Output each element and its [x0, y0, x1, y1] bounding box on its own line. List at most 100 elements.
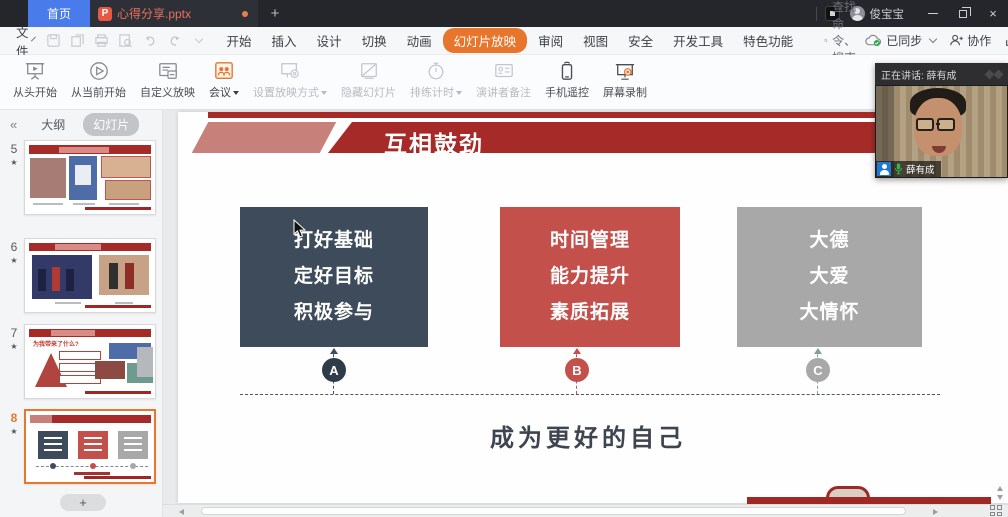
ribbon-screen-record[interactable]: 屏幕录制 [596, 61, 654, 100]
menubar: 文件 开始 插入 设计 切换 动画 幻灯片放映 审阅 视图 安全 开发工具 特色… [0, 27, 1008, 55]
quick-access-more-icon[interactable] [194, 35, 202, 43]
tab-security[interactable]: 安全 [619, 28, 662, 53]
hide-slide-icon [358, 61, 380, 81]
participant-icon [877, 162, 891, 176]
print-preview-icon[interactable] [118, 33, 133, 48]
ribbon-rehearse-timing[interactable]: 排练计时 [403, 61, 469, 100]
content-box-a[interactable]: 打好基础 定好目标 积极参与 [240, 207, 428, 347]
animation-star-icon: ★ [6, 256, 22, 265]
setup-show-icon [279, 61, 301, 81]
badge-c: C [806, 358, 830, 382]
tab-animation[interactable]: 动画 [398, 28, 441, 53]
undo-icon[interactable] [142, 33, 158, 48]
scrollbar-thumb[interactable] [201, 507, 906, 515]
share-button[interactable]: 分享 [1004, 32, 1008, 49]
ribbon-play-from-start[interactable]: 从头开始 [6, 61, 64, 100]
badge-a: A [322, 358, 346, 382]
slide-number: 6 [6, 240, 22, 254]
badge-b: B [565, 358, 589, 382]
slide-thumbnail-8-current[interactable] [24, 409, 156, 484]
meeting-icon [213, 61, 235, 81]
slide-thumbnail-7[interactable]: 为我带来了什么? [24, 324, 156, 399]
tab-special-features[interactable]: 特色功能 [734, 28, 802, 53]
custom-show-icon [157, 61, 179, 81]
print-icon[interactable] [94, 33, 109, 48]
ribbon-custom-show[interactable]: 自定义放映 [133, 61, 202, 100]
cloud-sync-icon [865, 34, 882, 47]
glasses-icon [916, 118, 955, 131]
timeline-dashed-line [240, 394, 940, 395]
slide-title: 互相鼓劲 [384, 125, 484, 159]
document-tab[interactable]: P 心得分享.pptx [90, 0, 258, 27]
tab-insert[interactable]: 插入 [263, 28, 306, 53]
panel-collapse-icon[interactable]: « [10, 117, 17, 132]
rehearse-timing-icon [425, 61, 447, 81]
ribbon-slideshow: 从头开始 从当前开始 自定义放映 会议 设置放映方式 隐藏幻灯片 排练计时 演 [0, 55, 1008, 110]
screen-record-icon [614, 61, 636, 81]
collaborate-button[interactable]: 协作 [949, 32, 991, 49]
speaking-status-label: 正在讲话: 薛有成 [881, 67, 957, 82]
content-box-b[interactable]: 时间管理 能力提升 素质拓展 [500, 207, 680, 347]
horizontal-scrollbar[interactable] [163, 504, 1008, 517]
slide-deco-bar [747, 497, 991, 504]
sync-label: 已同步 [886, 32, 922, 49]
tab-design[interactable]: 设计 [308, 28, 351, 53]
outline-tab[interactable]: 大纲 [31, 113, 75, 136]
ribbon-meeting[interactable]: 会议 [202, 61, 246, 100]
ribbon-play-from-current[interactable]: 从当前开始 [64, 61, 133, 100]
slides-tab[interactable]: 幻灯片 [83, 113, 139, 136]
collaborate-person-icon [949, 34, 963, 47]
tab-transition[interactable]: 切换 [353, 28, 396, 53]
close-button[interactable]: × [978, 0, 1008, 27]
tab-view[interactable]: 视图 [574, 28, 617, 53]
participant-name: 薛有成 [906, 162, 935, 176]
tab-slideshow[interactable]: 幻灯片放映 [443, 28, 528, 53]
thumb7-caption: 为我带来了什么? [33, 339, 79, 348]
tab-devtools[interactable]: 开发工具 [664, 28, 732, 53]
view-grid-icon[interactable] [990, 505, 1002, 516]
microphone-icon [894, 163, 903, 175]
new-tab-button[interactable]: + [258, 0, 292, 27]
scroll-right-icon[interactable] [933, 509, 938, 515]
slide-thumbnail-5[interactable] [24, 140, 156, 215]
username-label[interactable]: 俊宝宝 [870, 6, 905, 22]
ribbon-speaker-notes[interactable]: 演讲者备注 [469, 61, 538, 100]
save-icon[interactable] [46, 33, 61, 48]
tab-review[interactable]: 审阅 [529, 28, 572, 53]
workspace: « 大纲 幻灯片 5 ★ [0, 110, 1008, 517]
minimize-button[interactable] [918, 0, 948, 27]
content-box-c[interactable]: 大德 大爱 大情怀 [737, 207, 922, 347]
file-menu[interactable]: 文件 [16, 22, 29, 60]
menu-tabs: 开始 插入 设计 切换 动画 幻灯片放映 审阅 视图 安全 开发工具 特色功能 [218, 28, 803, 53]
scroll-left-icon[interactable] [179, 509, 184, 515]
scroll-up-icon[interactable] [997, 486, 1003, 491]
redo-icon[interactable] [167, 33, 183, 48]
file-menu-chevron-icon [31, 37, 36, 42]
animation-star-icon: ★ [6, 342, 22, 351]
home-tab[interactable]: 首页 [28, 0, 90, 27]
document-tab-label: 心得分享.pptx [117, 5, 191, 22]
speaker-notes-icon [493, 61, 515, 81]
search-icon [824, 34, 828, 47]
quick-access-toolbar [46, 33, 202, 48]
restore-button[interactable] [948, 0, 978, 27]
ribbon-phone-remote[interactable]: 手机遥控 [538, 61, 596, 100]
title-banner-light [192, 122, 336, 153]
video-call-overlay[interactable]: 正在讲话: 薛有成 薛有成 [875, 63, 1008, 178]
slide-thumbnail-6[interactable] [24, 238, 156, 313]
play-from-start-icon [24, 61, 46, 81]
tab-start[interactable]: 开始 [218, 28, 261, 53]
share-icon [1004, 34, 1008, 47]
ribbon-setup-show[interactable]: 设置放映方式 [246, 61, 334, 100]
output-icon[interactable] [70, 33, 85, 48]
add-slide-button[interactable]: + [60, 494, 106, 511]
minimize-icon [928, 13, 938, 14]
scroll-down-icon[interactable] [997, 495, 1003, 500]
slide-footer-text: 成为更好的自己 [178, 418, 998, 453]
home-tab-label: 首页 [47, 5, 71, 22]
sync-chevron-icon [929, 35, 937, 43]
setup-show-dropdown-icon [321, 91, 327, 95]
animation-star-icon: ★ [6, 158, 22, 167]
sync-status[interactable]: 已同步 [865, 32, 936, 49]
ribbon-hide-slide[interactable]: 隐藏幻灯片 [334, 61, 403, 100]
